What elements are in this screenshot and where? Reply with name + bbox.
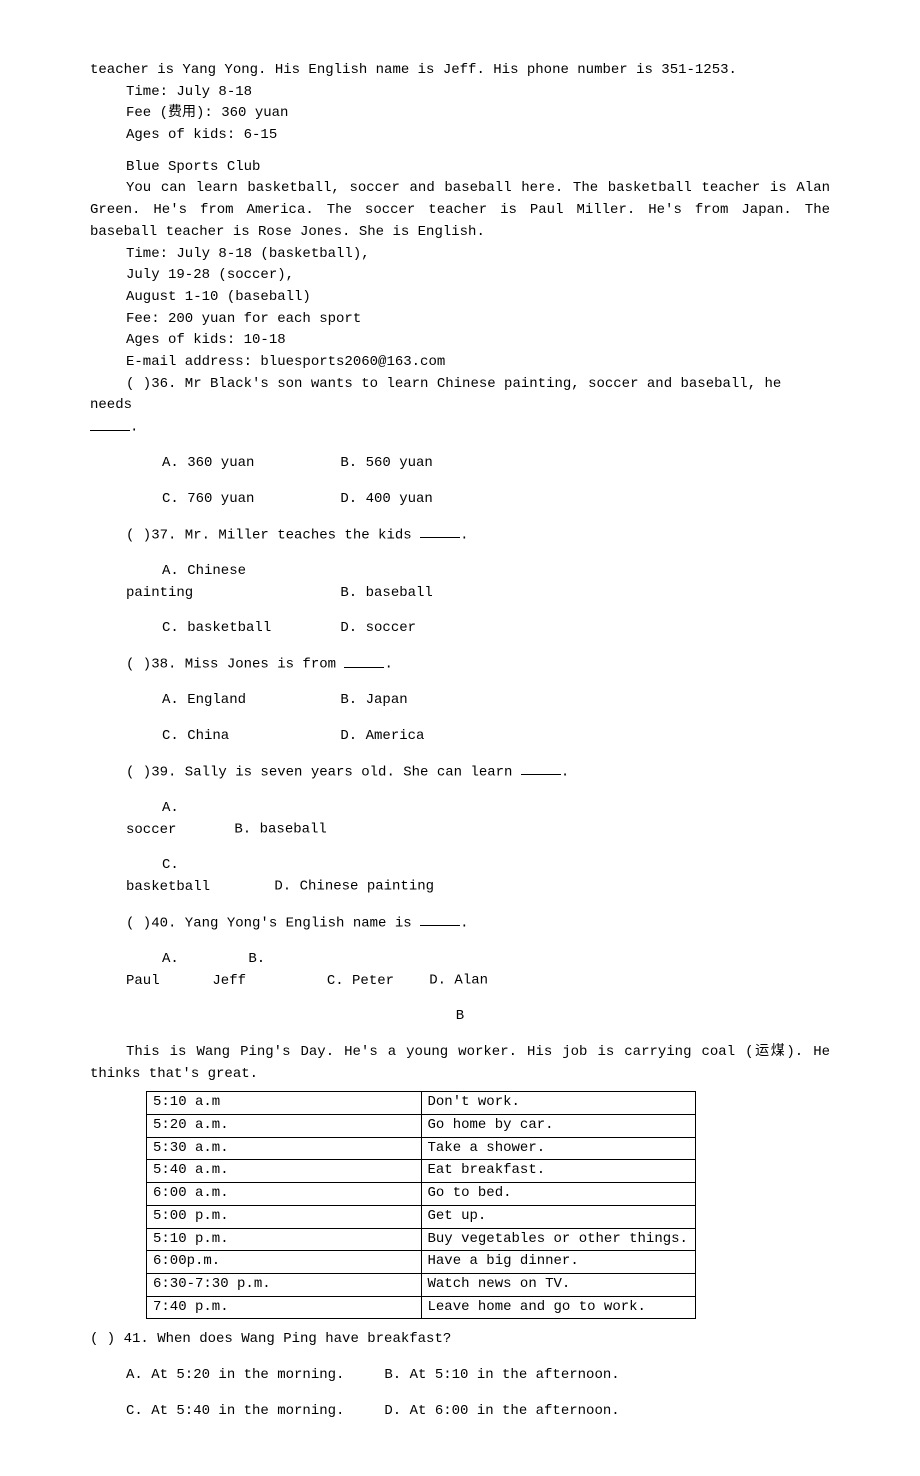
q40-b: B. Jeff [212, 949, 282, 992]
q39-row1: A. soccer B. baseball [90, 798, 830, 841]
table-row: 5:40 a.m.Eat breakfast. [147, 1160, 696, 1183]
schedule-time: 6:00 a.m. [147, 1183, 422, 1206]
q39-stem-post: . [561, 764, 569, 780]
q39-row2: C. basketball D. Chinese painting [90, 855, 830, 898]
schedule-time: 6:00p.m. [147, 1251, 422, 1274]
schedule-event: Take a shower. [421, 1137, 696, 1160]
schedule-event: Leave home and go to work. [421, 1296, 696, 1319]
q41-row2: C. At 5:40 in the morning. D. At 6:00 in… [90, 1401, 830, 1423]
q38-row2: C. China D. America [90, 726, 830, 748]
q37-row2: C. basketball D. soccer [90, 618, 830, 640]
q38-row1: A. England B. Japan [90, 690, 830, 712]
q36-stem-post: . [130, 420, 138, 436]
q36-a: A. 360 yuan [126, 453, 296, 475]
q41-row1: A. At 5:20 in the morning. B. At 5:10 in… [90, 1365, 830, 1387]
sports-time1: Time: July 8-18 (basketball), [90, 244, 830, 266]
q37-c: C. basketball [126, 618, 296, 640]
schedule-event: Don't work. [421, 1092, 696, 1115]
schedule-table: 5:10 a.mDon't work.5:20 a.m.Go home by c… [146, 1091, 696, 1319]
q37-stem-pre: ( )37. Mr. Miller teaches the kids [126, 527, 420, 543]
q40-stem: ( )40. Yang Yong's English name is . [90, 913, 830, 935]
sports-email: E-mail address: bluesports2060@163.com [90, 352, 830, 374]
table-row: 5:20 a.m.Go home by car. [147, 1115, 696, 1138]
schedule-time: 5:40 a.m. [147, 1160, 422, 1183]
table-row: 5:10 p.m.Buy vegetables or other things. [147, 1228, 696, 1251]
q36-stem: ( )36. Mr Black's son wants to learn Chi… [90, 374, 830, 417]
q38-stem-post: . [384, 657, 392, 673]
schedule-event: Go home by car. [421, 1115, 696, 1138]
schedule-event: Go to bed. [421, 1183, 696, 1206]
schedule-event: Watch news on TV. [421, 1273, 696, 1296]
art-fee: Fee (费用): 360 yuan [90, 103, 830, 125]
q38-c: C. China [126, 726, 296, 748]
table-row: 6:00 a.m.Go to bed. [147, 1183, 696, 1206]
passage-b: This is Wang Ping's Day. He's a young wo… [90, 1042, 830, 1085]
q40-row: A. Paul B. Jeff C. Peter D. Alan [90, 949, 830, 992]
sports-time3: August 1-10 (baseball) [90, 287, 830, 309]
schedule-time: 5:10 a.m [147, 1092, 422, 1115]
top-continuation-line: teacher is Yang Yong. His English name i… [90, 60, 830, 82]
q41-a: A. At 5:20 in the morning. [126, 1365, 376, 1387]
q37-d: D. soccer [304, 618, 416, 640]
art-ages: Ages of kids: 6-15 [90, 125, 830, 147]
q41-d: D. At 6:00 in the afternoon. [384, 1403, 619, 1419]
q39-b: B. baseball [234, 822, 326, 838]
schedule-time: 5:00 p.m. [147, 1205, 422, 1228]
sports-title: Blue Sports Club [90, 157, 830, 179]
schedule-time: 5:30 a.m. [147, 1137, 422, 1160]
q39-a: A. soccer [126, 798, 226, 841]
q41-c: C. At 5:40 in the morning. [126, 1401, 376, 1423]
sports-time2: July 19-28 (soccer), [90, 265, 830, 287]
q40-stem-pre: ( )40. Yang Yong's English name is [126, 915, 420, 931]
q36-stem-end: . [90, 417, 830, 439]
section-b-heading: B [90, 1006, 830, 1028]
q38-d: D. America [304, 726, 424, 748]
schedule-event: Get up. [421, 1205, 696, 1228]
q40-stem-post: . [460, 915, 468, 931]
q37-row1: A. Chinese painting B. baseball [90, 561, 830, 604]
q38-stem: ( )38. Miss Jones is from . [90, 654, 830, 676]
q36-c: C. 760 yuan [126, 489, 296, 511]
art-time: Time: July 8-18 [90, 82, 830, 104]
sports-desc: You can learn basketball, soccer and bas… [90, 178, 830, 243]
q37-stem: ( )37. Mr. Miller teaches the kids . [90, 525, 830, 547]
q36-d: D. 400 yuan [304, 489, 432, 511]
q39-stem-pre: ( )39. Sally is seven years old. She can… [126, 764, 521, 780]
q37-a: A. Chinese painting [126, 561, 296, 604]
table-row: 7:40 p.m.Leave home and go to work. [147, 1296, 696, 1319]
q36-b: B. 560 yuan [304, 453, 432, 475]
q38-stem-pre: ( )38. Miss Jones is from [126, 657, 344, 673]
table-row: 6:30-7:30 p.m.Watch news on TV. [147, 1273, 696, 1296]
sports-ages: Ages of kids: 10-18 [90, 330, 830, 352]
q38-a: A. England [126, 690, 296, 712]
table-row: 5:00 p.m.Get up. [147, 1205, 696, 1228]
q38-b: B. Japan [304, 690, 407, 712]
schedule-time: 6:30-7:30 p.m. [147, 1273, 422, 1296]
q40-a: A. Paul [126, 949, 204, 992]
q39-stem: ( )39. Sally is seven years old. She can… [90, 762, 830, 784]
schedule-event: Have a big dinner. [421, 1251, 696, 1274]
q39-c: C. basketball [126, 855, 266, 898]
q36-row2: C. 760 yuan D. 400 yuan [90, 489, 830, 511]
table-row: 6:00p.m.Have a big dinner. [147, 1251, 696, 1274]
schedule-event: Eat breakfast. [421, 1160, 696, 1183]
q37-b: B. baseball [304, 583, 432, 605]
q40-d: D. Alan [429, 973, 488, 989]
sports-fee: Fee: 200 yuan for each sport [90, 309, 830, 331]
table-row: 5:10 a.mDon't work. [147, 1092, 696, 1115]
q41-stem: ( ) 41. When does Wang Ping have breakfa… [90, 1329, 830, 1351]
table-row: 5:30 a.m.Take a shower. [147, 1137, 696, 1160]
q41-b: B. At 5:10 in the afternoon. [384, 1367, 619, 1383]
q40-c: C. Peter [291, 971, 421, 993]
schedule-event: Buy vegetables or other things. [421, 1228, 696, 1251]
schedule-time: 7:40 p.m. [147, 1296, 422, 1319]
q36-stem-pre: ( )36. Mr Black's son wants to learn Chi… [90, 376, 781, 414]
q36-row1: A. 360 yuan B. 560 yuan [90, 453, 830, 475]
q39-d: D. Chinese painting [274, 879, 434, 895]
schedule-time: 5:20 a.m. [147, 1115, 422, 1138]
schedule-time: 5:10 p.m. [147, 1228, 422, 1251]
q37-stem-post: . [460, 527, 468, 543]
